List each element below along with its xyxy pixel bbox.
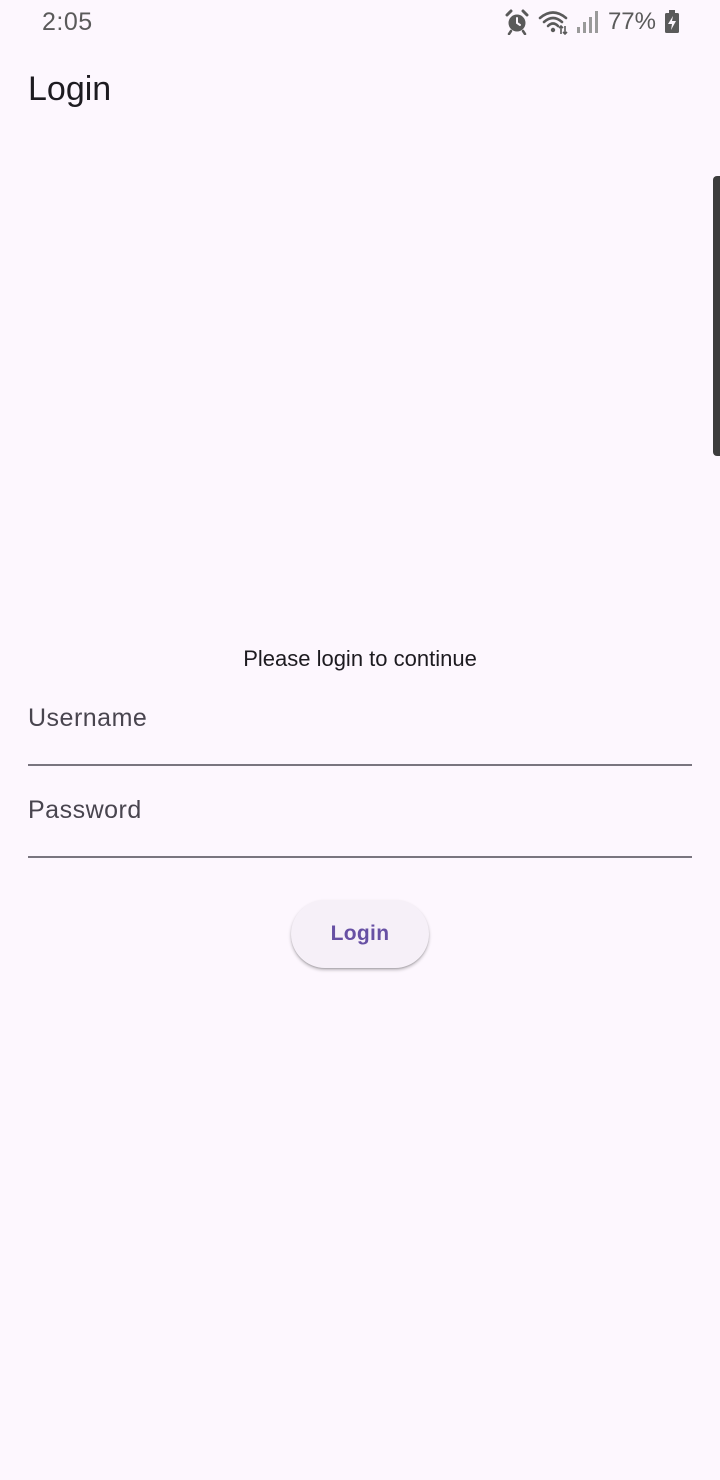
status-bar: 2:05 77% — [0, 0, 720, 44]
status-time: 2:05 — [42, 8, 93, 36]
battery-charging-icon — [664, 10, 680, 34]
status-icons: 77% — [504, 7, 680, 37]
page-title: Login — [28, 70, 112, 108]
login-prompt: Please login to continue — [243, 646, 477, 671]
edge-panel-handle[interactable] — [713, 176, 720, 456]
password-field[interactable] — [28, 778, 692, 858]
username-field[interactable] — [28, 686, 692, 766]
password-input[interactable] — [28, 778, 692, 856]
wifi-icon — [538, 9, 568, 35]
battery-percent: 77% — [607, 8, 656, 35]
signal-icon — [576, 10, 598, 34]
alarm-icon — [504, 9, 530, 35]
username-input[interactable] — [28, 686, 692, 764]
login-button[interactable]: Login — [291, 900, 429, 968]
